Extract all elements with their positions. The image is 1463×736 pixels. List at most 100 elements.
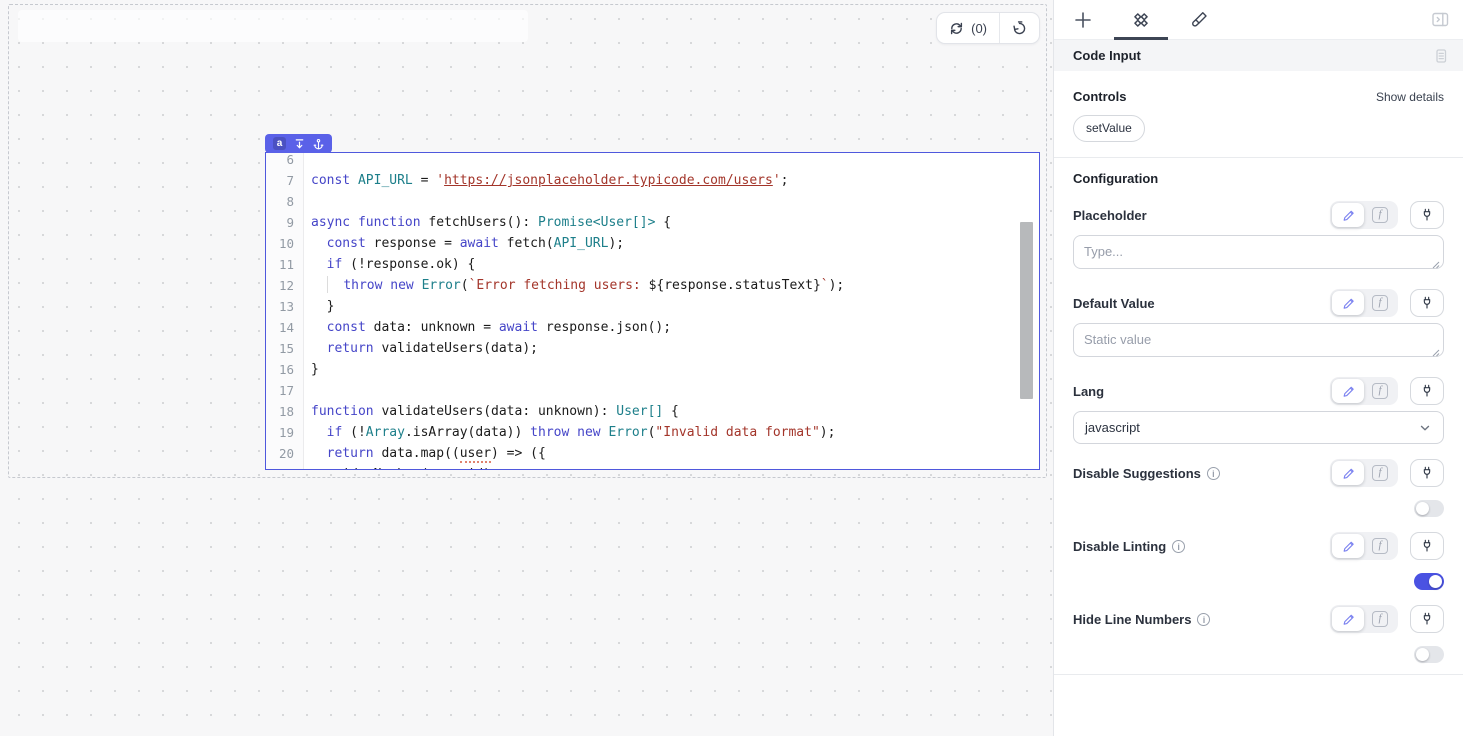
code-line: 6: [266, 153, 1039, 170]
value-mode-segment: f: [1330, 377, 1398, 405]
code-editor-content[interactable]: 67const API_URL = 'https://jsonplacehold…: [266, 153, 1039, 469]
widget-letter-badge: a: [273, 137, 286, 150]
bind-data-button[interactable]: [1410, 605, 1444, 633]
prop-row-disable-suggestions: Disable Suggestionsi f: [1073, 459, 1444, 517]
edit-mode-button[interactable]: [1332, 203, 1364, 227]
anchor-icon[interactable]: [313, 138, 324, 150]
function-icon: f: [1372, 383, 1388, 399]
canvas-action-group: (0): [936, 12, 1040, 44]
widget-name-tag[interactable]: a: [265, 134, 332, 153]
code-line: 18function validateUsers(data: unknown):…: [266, 401, 1039, 422]
code-line: 20 return data.map((user) => ({: [266, 443, 1039, 464]
code-line: 19 if (!Array.isArray(data)) throw new E…: [266, 422, 1039, 443]
prop-row-placeholder: Placeholder f: [1073, 201, 1444, 274]
prop-label-default-value: Default Value: [1073, 296, 1155, 311]
disable-suggestions-toggle[interactable]: [1414, 500, 1444, 517]
function-icon: f: [1372, 207, 1388, 223]
rerun-count: (0): [971, 21, 987, 36]
prop-label-placeholder: Placeholder: [1073, 208, 1147, 223]
edit-mode-button[interactable]: [1332, 607, 1364, 631]
widget-header-bar: Code Input: [1054, 40, 1463, 71]
editor-scrollbar[interactable]: [1020, 222, 1033, 399]
function-icon: f: [1372, 465, 1388, 481]
bind-data-button[interactable]: [1410, 289, 1444, 317]
bind-data-button[interactable]: [1410, 459, 1444, 487]
bind-data-button[interactable]: [1410, 201, 1444, 229]
edit-mode-button[interactable]: [1332, 291, 1364, 315]
edit-mode-button[interactable]: [1332, 461, 1364, 485]
code-line: 12 throw new Error(`Error fetching users…: [266, 275, 1039, 296]
bind-data-button[interactable]: [1410, 377, 1444, 405]
prop-row-lang: Lang f javascript: [1073, 377, 1444, 444]
code-line: 16}: [266, 359, 1039, 380]
document-icon[interactable]: [1433, 48, 1449, 64]
tab-style[interactable]: [1170, 0, 1228, 39]
divider: [1054, 157, 1463, 158]
divider: [1054, 674, 1463, 675]
refresh-icon: [949, 21, 964, 36]
prop-row-disable-linting: Disable Lintingi f: [1073, 532, 1444, 590]
value-mode-segment: f: [1330, 532, 1398, 560]
disable-linting-toggle[interactable]: [1414, 573, 1444, 590]
canvas[interactable]: (0) a: [0, 0, 1053, 736]
code-line: 14 const data: unknown = await response.…: [266, 317, 1039, 338]
lang-select-value: javascript: [1085, 420, 1140, 435]
js-mode-button[interactable]: f: [1364, 534, 1396, 558]
function-icon: f: [1372, 538, 1388, 554]
prop-row-default-value: Default Value f: [1073, 289, 1444, 362]
info-icon[interactable]: i: [1197, 613, 1210, 626]
prop-label-disable-linting: Disable Lintingi: [1073, 539, 1185, 554]
code-line: 8: [266, 191, 1039, 212]
history-icon: [1012, 21, 1027, 36]
bind-data-button[interactable]: [1410, 532, 1444, 560]
js-mode-button[interactable]: f: [1364, 291, 1396, 315]
widget-title: Code Input: [1073, 48, 1141, 63]
hide-line-numbers-toggle[interactable]: [1414, 646, 1444, 663]
js-mode-button[interactable]: f: [1364, 203, 1396, 227]
prop-label-disable-suggestions: Disable Suggestionsi: [1073, 466, 1220, 481]
code-line: 9async function fetchUsers(): Promise<Us…: [266, 212, 1039, 233]
arrow-down-from-bar-icon[interactable]: [294, 138, 305, 150]
property-panel: Code Input Controls Show details setValu…: [1053, 0, 1463, 736]
code-line: 13 }: [266, 296, 1039, 317]
setvalue-control-chip[interactable]: setValue: [1073, 115, 1145, 142]
empty-drop-zone: [18, 10, 528, 42]
function-icon: f: [1372, 295, 1388, 311]
show-details-link[interactable]: Show details: [1376, 90, 1444, 104]
value-mode-segment: f: [1330, 289, 1398, 317]
history-button[interactable]: [1000, 13, 1039, 43]
js-mode-button[interactable]: f: [1364, 379, 1396, 403]
prop-row-hide-line-numbers: Hide Line Numbersi f: [1073, 605, 1444, 663]
js-mode-button[interactable]: f: [1364, 461, 1396, 485]
info-icon[interactable]: i: [1172, 540, 1185, 553]
code-line: 21 id: Number(user.id),: [266, 464, 1039, 469]
value-mode-segment: f: [1330, 459, 1398, 487]
value-mode-segment: f: [1330, 605, 1398, 633]
code-input-widget[interactable]: a 67const API_URL = 'https://jsonplaceho…: [265, 152, 1040, 470]
edit-mode-button[interactable]: [1332, 379, 1364, 403]
collapse-panel-icon[interactable]: [1417, 0, 1463, 39]
tab-add[interactable]: [1054, 0, 1112, 39]
tab-widgets[interactable]: [1112, 0, 1170, 39]
value-mode-segment: f: [1330, 201, 1398, 229]
code-editor[interactable]: 67const API_URL = 'https://jsonplacehold…: [266, 153, 1039, 469]
lang-select[interactable]: javascript: [1073, 411, 1444, 444]
chevron-down-icon: [1418, 421, 1432, 435]
js-mode-button[interactable]: f: [1364, 607, 1396, 631]
default-value-input[interactable]: [1073, 323, 1444, 357]
code-line: 11 if (!response.ok) {: [266, 254, 1039, 275]
code-line: 15 return validateUsers(data);: [266, 338, 1039, 359]
prop-label-hide-line-numbers: Hide Line Numbersi: [1073, 612, 1210, 627]
edit-mode-button[interactable]: [1332, 534, 1364, 558]
app-window: (0) a: [0, 0, 1463, 736]
info-icon[interactable]: i: [1207, 467, 1220, 480]
configuration-heading: Configuration: [1073, 171, 1444, 186]
code-line: 17: [266, 380, 1039, 401]
prop-label-lang: Lang: [1073, 384, 1104, 399]
rerun-button[interactable]: (0): [937, 13, 999, 43]
panel-tabs: [1054, 0, 1463, 40]
code-line: 7const API_URL = 'https://jsonplaceholde…: [266, 170, 1039, 191]
placeholder-input[interactable]: [1073, 235, 1444, 269]
controls-heading: Controls: [1073, 89, 1126, 104]
function-icon: f: [1372, 611, 1388, 627]
